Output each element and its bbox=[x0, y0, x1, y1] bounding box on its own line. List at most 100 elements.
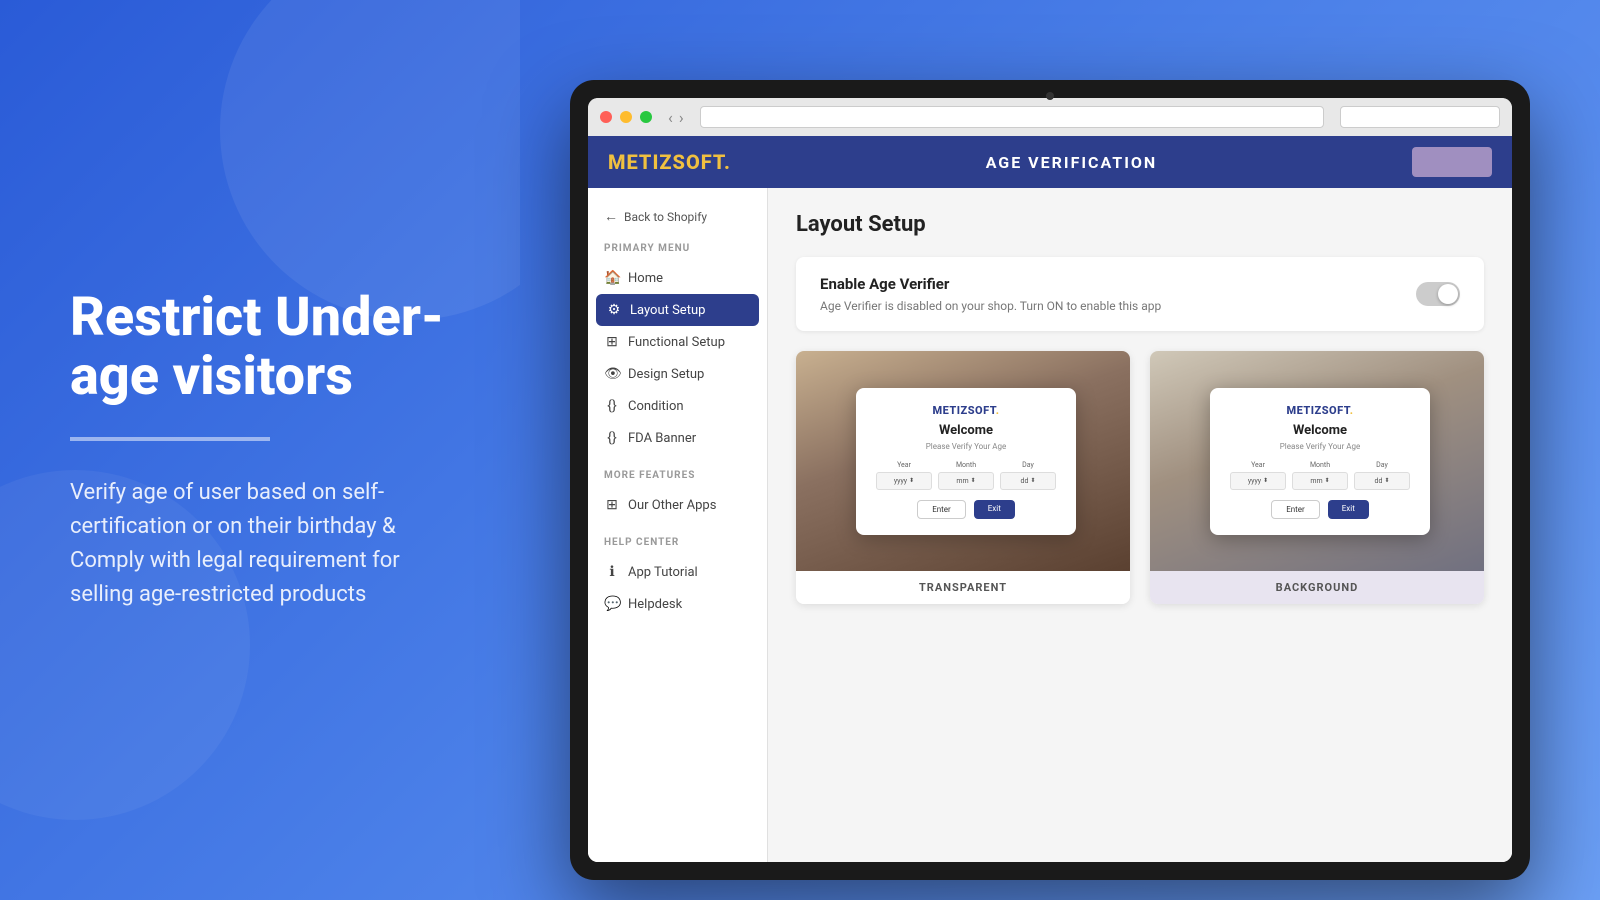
background-modal-subtitle: Please Verify Your Age bbox=[1230, 442, 1410, 451]
bg-exit-button[interactable]: Exit bbox=[1328, 500, 1369, 519]
layout-card-background[interactable]: METIZSOFT. Welcome Please Verify Your Ag… bbox=[1150, 351, 1484, 604]
divider bbox=[70, 437, 270, 441]
sidebar-item-app-tutorial[interactable]: ℹ App Tutorial bbox=[588, 556, 767, 588]
sidebar-item-helpdesk[interactable]: 💬 Helpdesk bbox=[588, 588, 767, 620]
close-dot[interactable] bbox=[600, 111, 612, 123]
logo-text: METIZSOFT. bbox=[608, 150, 731, 174]
background-preview: METIZSOFT. Welcome Please Verify Your Ag… bbox=[1150, 351, 1484, 571]
bg-year-input[interactable]: yyyy ⬍ bbox=[1230, 472, 1286, 490]
bg-month-input[interactable]: mm ⬍ bbox=[1292, 472, 1348, 490]
app-tutorial-icon: ℹ bbox=[604, 564, 620, 580]
day-label: Day bbox=[1000, 461, 1056, 469]
home-icon: 🏠 bbox=[604, 270, 620, 286]
bg-year-label: Year bbox=[1230, 461, 1286, 469]
background-date-row: Year yyyy ⬍ Mo bbox=[1230, 461, 1410, 490]
back-to-shopify[interactable]: ← Back to Shopify bbox=[588, 202, 767, 239]
sidebar-item-functional-setup[interactable]: ⊞ Functional Setup bbox=[588, 326, 767, 358]
left-description: Verify age of user based on self-certifi… bbox=[70, 476, 460, 612]
camera-dot bbox=[1046, 92, 1054, 100]
primary-menu-label: PRIMARY MENU bbox=[588, 239, 767, 262]
fda-banner-icon: {} bbox=[604, 430, 620, 446]
sidebar-item-design-setup[interactable]: 👁 Design Setup bbox=[588, 358, 767, 390]
day-col: Day dd ⬍ bbox=[1000, 461, 1056, 490]
bg-month-col: Month mm ⬍ bbox=[1292, 461, 1348, 490]
app-header: METIZSOFT. AGE VERIFICATION bbox=[588, 136, 1512, 188]
layout-card-transparent[interactable]: METIZSOFT. Welcome Please Verify Your Ag… bbox=[796, 351, 1130, 604]
search-box[interactable] bbox=[1340, 106, 1500, 128]
bg-enter-button[interactable]: Enter bbox=[1271, 500, 1320, 519]
transparent-modal: METIZSOFT. Welcome Please Verify Your Ag… bbox=[856, 388, 1076, 535]
background-modal-welcome: Welcome bbox=[1230, 423, 1410, 438]
app-logo: METIZSOFT. bbox=[608, 150, 731, 174]
other-apps-icon: ⊞ bbox=[604, 497, 620, 513]
browser-bar: ‹ › bbox=[588, 98, 1512, 136]
back-label: Back to Shopify bbox=[624, 210, 707, 224]
transparent-modal-logo: METIZSOFT. bbox=[876, 404, 1056, 417]
maximize-dot[interactable] bbox=[640, 111, 652, 123]
transparent-date-row: Year yyyy ⬍ Mo bbox=[876, 461, 1056, 490]
exit-button[interactable]: Exit bbox=[974, 500, 1015, 519]
day-input[interactable]: dd ⬍ bbox=[1000, 472, 1056, 490]
helpdesk-label: Helpdesk bbox=[628, 597, 682, 612]
verifier-card-left: Enable Age Verifier Age Verifier is disa… bbox=[820, 275, 1161, 313]
laptop-body: ‹ › METIZSOFT. AGE VERIFICATION bbox=[570, 80, 1530, 880]
sidebar-item-fda-banner[interactable]: {} FDA Banner bbox=[588, 422, 767, 454]
year-col: Year yyyy ⬍ bbox=[876, 461, 932, 490]
other-apps-label: Our Other Apps bbox=[628, 498, 716, 513]
condition-icon: {} bbox=[604, 398, 620, 414]
background-modal: METIZSOFT. Welcome Please Verify Your Ag… bbox=[1210, 388, 1430, 535]
transparent-modal-buttons: Enter Exit bbox=[876, 500, 1056, 519]
year-label: Year bbox=[876, 461, 932, 469]
helpdesk-icon: 💬 bbox=[604, 596, 620, 612]
bg-day-col: Day dd ⬍ bbox=[1354, 461, 1410, 490]
back-arrow-icon: ← bbox=[604, 208, 618, 225]
browser-navigation: ‹ › bbox=[668, 108, 684, 127]
more-features-label: MORE FEATURES bbox=[588, 466, 767, 489]
layout-options: METIZSOFT. Welcome Please Verify Your Ag… bbox=[796, 351, 1484, 604]
sidebar: ← Back to Shopify PRIMARY MENU 🏠 Home ⚙ … bbox=[588, 188, 768, 862]
enable-age-verifier-card: Enable Age Verifier Age Verifier is disa… bbox=[796, 257, 1484, 331]
back-button[interactable]: ‹ bbox=[668, 108, 673, 127]
background-label: BACKGROUND bbox=[1150, 571, 1484, 604]
app-header-title: AGE VERIFICATION bbox=[731, 153, 1412, 172]
url-bar[interactable] bbox=[700, 106, 1324, 128]
left-panel: Restrict Under-age visitors Verify age o… bbox=[0, 0, 520, 900]
transparent-label: TRANSPARENT bbox=[796, 571, 1130, 604]
page-title: Layout Setup bbox=[796, 212, 1484, 237]
sidebar-item-layout-setup[interactable]: ⚙ Layout Setup bbox=[596, 294, 759, 326]
month-input[interactable]: mm ⬍ bbox=[938, 472, 994, 490]
design-setup-label: Design Setup bbox=[628, 367, 704, 382]
app-body: ← Back to Shopify PRIMARY MENU 🏠 Home ⚙ … bbox=[588, 188, 1512, 862]
bg-day-input[interactable]: dd ⬍ bbox=[1354, 472, 1410, 490]
verifier-title: Enable Age Verifier bbox=[820, 275, 1161, 293]
right-panel: ‹ › METIZSOFT. AGE VERIFICATION bbox=[520, 0, 1600, 900]
background-modal-buttons: Enter Exit bbox=[1230, 500, 1410, 519]
month-label: Month bbox=[938, 461, 994, 469]
enter-button[interactable]: Enter bbox=[917, 500, 966, 519]
left-title: Restrict Under-age visitors bbox=[70, 288, 460, 407]
functional-setup-label: Functional Setup bbox=[628, 335, 725, 350]
transparent-modal-subtitle: Please Verify Your Age bbox=[876, 442, 1056, 451]
transparent-modal-welcome: Welcome bbox=[876, 423, 1056, 438]
enable-toggle[interactable] bbox=[1416, 282, 1460, 306]
sidebar-item-other-apps[interactable]: ⊞ Our Other Apps bbox=[588, 489, 767, 521]
home-label: Home bbox=[628, 271, 663, 286]
bg-month-label: Month bbox=[1292, 461, 1348, 469]
minimize-dot[interactable] bbox=[620, 111, 632, 123]
layout-setup-icon: ⚙ bbox=[606, 302, 622, 318]
year-input[interactable]: yyyy ⬍ bbox=[876, 472, 932, 490]
sidebar-item-home[interactable]: 🏠 Home bbox=[588, 262, 767, 294]
verifier-description: Age Verifier is disabled on your shop. T… bbox=[820, 299, 1161, 313]
layout-setup-label: Layout Setup bbox=[630, 303, 705, 318]
app-content: METIZSOFT. AGE VERIFICATION ← Back to Sh… bbox=[588, 136, 1512, 862]
fda-banner-label: FDA Banner bbox=[628, 431, 696, 446]
design-setup-icon: 👁 bbox=[604, 366, 620, 382]
background-modal-logo: METIZSOFT. bbox=[1230, 404, 1410, 417]
transparent-preview: METIZSOFT. Welcome Please Verify Your Ag… bbox=[796, 351, 1130, 571]
month-col: Month mm ⬍ bbox=[938, 461, 994, 490]
sidebar-item-condition[interactable]: {} Condition bbox=[588, 390, 767, 422]
condition-label: Condition bbox=[628, 399, 684, 414]
laptop-screen: ‹ › METIZSOFT. AGE VERIFICATION bbox=[588, 98, 1512, 862]
bg-day-label: Day bbox=[1354, 461, 1410, 469]
forward-button[interactable]: › bbox=[679, 108, 684, 127]
